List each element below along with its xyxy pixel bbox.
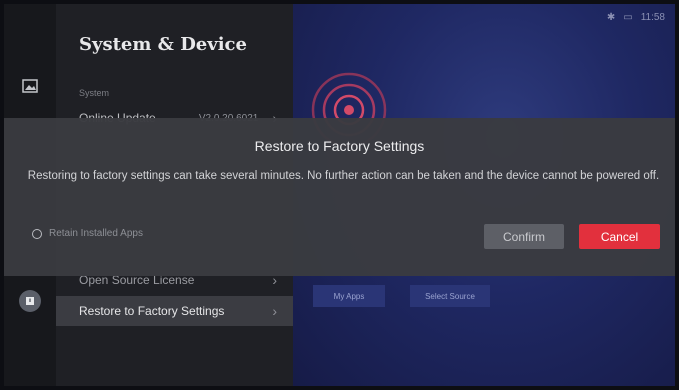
radio-button[interactable] [32, 228, 42, 239]
retain-apps-label: Retain Installed Apps [49, 228, 143, 239]
bluetooth-icon: ✱ [606, 12, 616, 23]
dialog-title: Restore to Factory Settings [254, 138, 425, 154]
clock: 11:58 [640, 12, 665, 23]
confirm-button[interactable]: Confirm [484, 224, 564, 249]
menu-item-restore-factory[interactable]: Restore to Factory Settings › [56, 296, 293, 326]
tile-select-source[interactable]: Select Source [410, 285, 490, 307]
retain-apps-option[interactable]: Retain Installed Apps [32, 228, 143, 239]
input-icon: ▭ [623, 12, 633, 23]
status-bar: ✱ ▭ 11:58 [607, 12, 665, 23]
menu-item-label: Restore to Factory Settings [79, 304, 225, 318]
panel-title: System & Device [79, 34, 247, 55]
factory-reset-dialog: Restore to Factory Settings Restoring to… [4, 118, 675, 276]
tile-my-apps[interactable]: My Apps [313, 285, 385, 307]
section-label: System [79, 88, 110, 98]
picture-icon[interactable] [20, 76, 40, 96]
tv-screen: System & Device System Online Update V2.… [4, 4, 675, 386]
info-icon[interactable] [19, 290, 41, 312]
dialog-message: Restoring to factory settings can take s… [27, 170, 660, 182]
chevron-right-icon: › [272, 303, 277, 319]
cancel-button[interactable]: Cancel [579, 224, 660, 249]
